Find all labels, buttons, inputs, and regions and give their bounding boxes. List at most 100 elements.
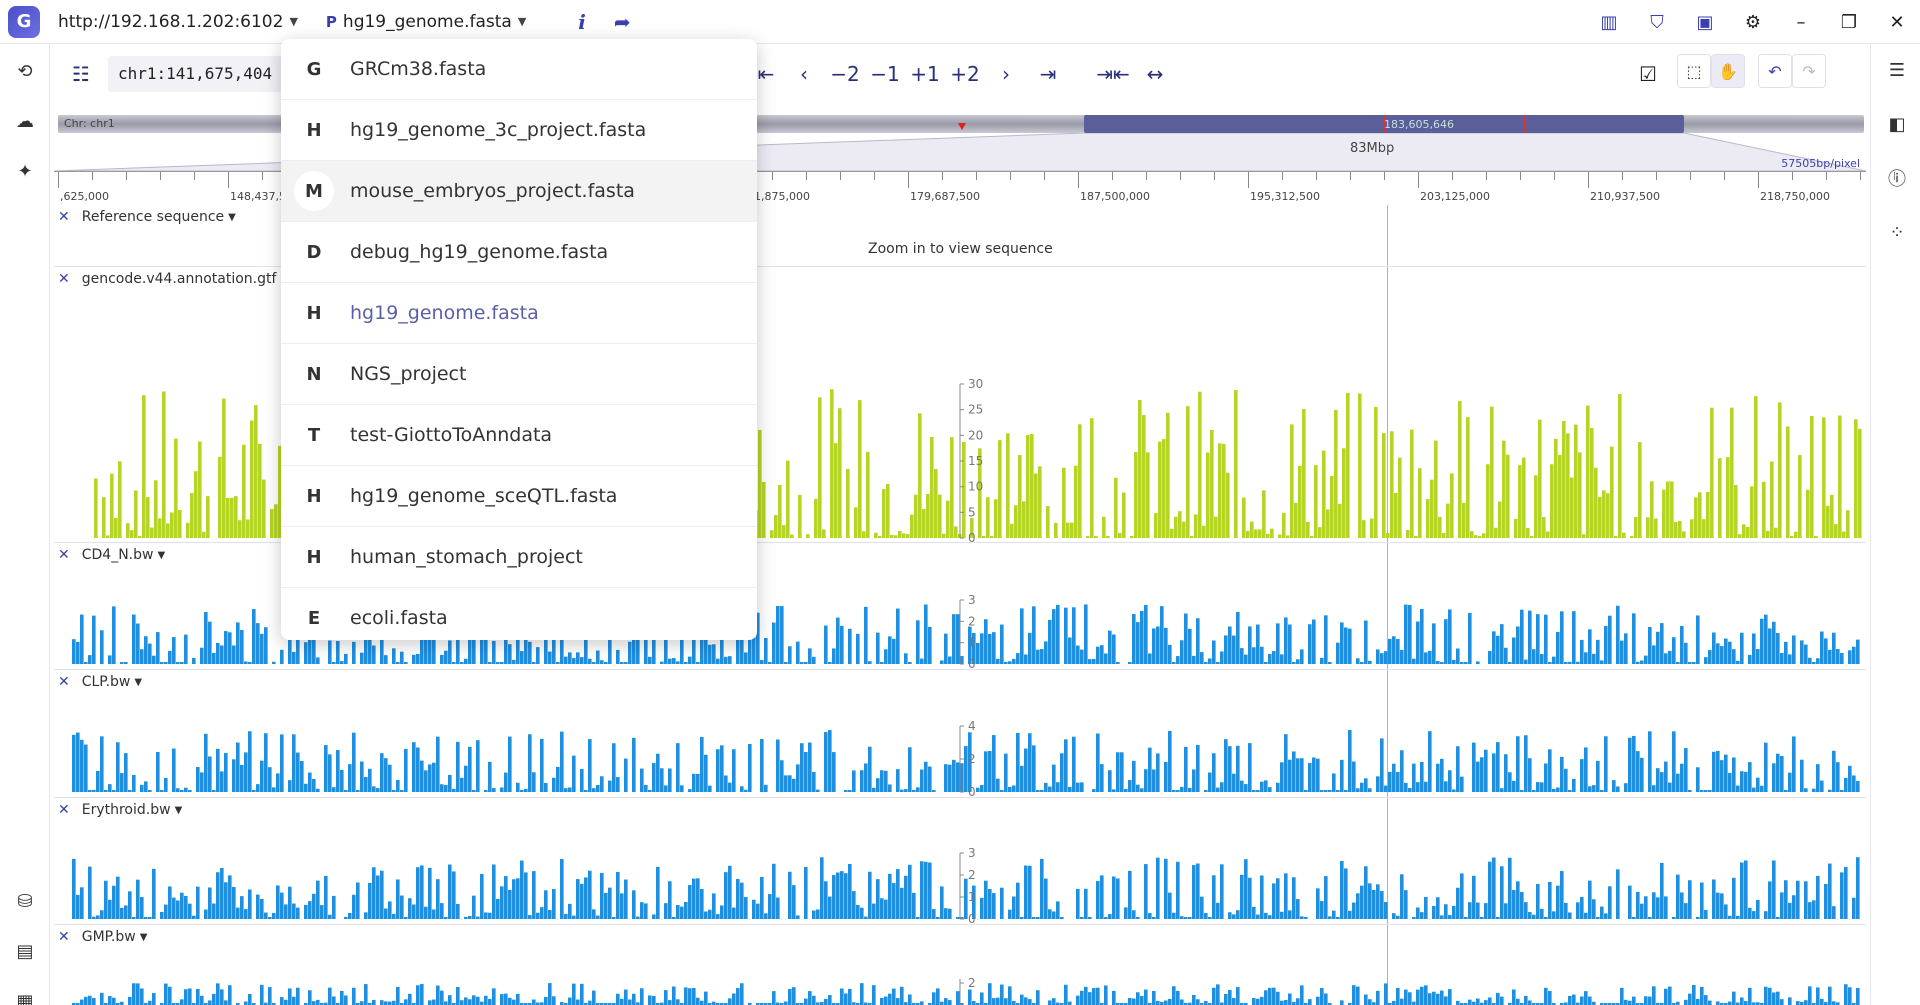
coverage-bar [910, 514, 914, 538]
project-option[interactable]: T test-GiottoToAnndata [281, 405, 757, 466]
coverage-bar [204, 611, 208, 664]
restore-icon[interactable]: ❐ [1836, 9, 1862, 35]
coverage-bar [1024, 654, 1028, 664]
erythroid-chart: 3210 [72, 846, 1860, 925]
coverage-bar [1596, 917, 1600, 919]
coverage-bar [1124, 789, 1128, 792]
undo-icon[interactable]: ↶ [1758, 54, 1792, 88]
close-icon[interactable]: ✕ [58, 209, 70, 225]
coverage-bar [1488, 997, 1492, 1005]
theme-icon[interactable]: ⛉ [1644, 9, 1670, 35]
database-add-icon[interactable]: ⛁ [10, 886, 40, 916]
track-name[interactable]: gencode.v44.annotation.gtf [82, 271, 277, 287]
app-logo-icon[interactable]: G [8, 5, 40, 38]
coverage-bar [892, 988, 896, 1005]
checklist-icon[interactable]: ☑ [1634, 60, 1662, 88]
close-icon[interactable]: ✕ [58, 802, 70, 818]
coverage-bar [440, 903, 444, 919]
zoom-minus1-button[interactable]: −1 [868, 60, 902, 88]
coverage-bar [1610, 446, 1614, 538]
close-icon[interactable]: ✕ [58, 547, 70, 563]
coverage-bar [1420, 986, 1424, 1005]
coverage-bar [804, 998, 808, 1005]
project-option[interactable]: N NGS_project [281, 344, 757, 405]
hand-mode-icon[interactable]: ✋ [1711, 54, 1745, 88]
nav-prev-button[interactable]: ‹ [790, 60, 818, 88]
project-option[interactable]: H hg19_genome_3c_project.fasta [281, 100, 757, 161]
scatter-plot-icon[interactable]: ⁘ [1883, 218, 1911, 246]
zoom-minus2-button[interactable]: −2 [828, 60, 862, 88]
track-name[interactable]: CLP.bw [82, 674, 131, 690]
list-icon[interactable]: ☰ [1883, 56, 1911, 84]
zoom-plus1-button[interactable]: +1 [908, 60, 942, 88]
expand-icon[interactable]: ↔ [1140, 60, 1170, 88]
coverage-bar [268, 917, 272, 919]
track-name[interactable]: GMP.bw [82, 929, 136, 945]
lightbulb-icon[interactable]: ✦ [10, 156, 40, 186]
calendar-icon[interactable]: ▦ [10, 986, 40, 1005]
cloud-search-icon[interactable]: ☁ [10, 106, 40, 136]
layout-icon[interactable]: ▥ [1596, 9, 1622, 35]
project-selector[interactable]: P hg19_genome.fasta ▼ [326, 12, 526, 32]
nav-end-button[interactable]: ⇥ [1034, 60, 1062, 88]
coverage-bar [1164, 761, 1168, 792]
share-icon[interactable]: ➦ [614, 10, 631, 34]
coverage-bar [276, 773, 280, 792]
zoom-plus2-button[interactable]: +2 [948, 60, 982, 88]
track-name[interactable]: Erythroid.bw [82, 802, 171, 818]
coverage-bar [1534, 475, 1538, 538]
locus-input[interactable]: chr1:141,675,404 [108, 56, 288, 92]
close-icon[interactable]: ✕ [1884, 9, 1910, 35]
coverage-bar [1396, 987, 1400, 1005]
screen-icon[interactable]: ▣ [1692, 9, 1718, 35]
coverage-bar [288, 780, 292, 792]
coverage-bar [1358, 393, 1362, 538]
info-icon[interactable]: i [578, 10, 586, 34]
track-name[interactable]: Reference sequence [82, 209, 224, 225]
coverage-bar [400, 651, 404, 664]
coverage-bar [532, 999, 536, 1005]
coverage-bar [336, 750, 340, 792]
chevron-down-icon[interactable]: ▼ [228, 212, 236, 223]
nav-next-button[interactable]: › [992, 60, 1020, 88]
coverage-bar [1062, 467, 1066, 538]
coverage-bar [1676, 773, 1680, 792]
coverage-bar [1664, 988, 1668, 1005]
project-option[interactable]: M mouse_embryos_project.fasta [281, 161, 757, 222]
close-icon[interactable]: ✕ [58, 271, 70, 287]
coverage-bar [1816, 658, 1820, 664]
redo-icon[interactable]: ↷ [1792, 54, 1826, 88]
project-option[interactable]: G GRCm38.fasta [281, 39, 757, 100]
coverage-bar [508, 644, 512, 664]
history-icon[interactable]: ⟲ [10, 56, 40, 86]
project-option-current[interactable]: H hg19_genome.fasta [281, 283, 757, 344]
project-option[interactable]: E ecoli.fasta [281, 588, 757, 640]
panel-layout-icon[interactable]: ▤ [10, 936, 40, 966]
server-selector[interactable]: http://192.168.1.202:6102 ▼ [58, 12, 298, 32]
track-panel-icon[interactable]: ☷ [66, 60, 96, 88]
coverage-bar [1348, 910, 1352, 919]
minimize-icon[interactable]: – [1788, 9, 1814, 35]
coverage-bar [1220, 782, 1224, 792]
close-icon[interactable]: ✕ [58, 929, 70, 945]
coverage-bar [1484, 1000, 1488, 1005]
project-option[interactable]: D debug_hg19_genome.fasta [281, 222, 757, 283]
close-icon[interactable]: ✕ [58, 674, 70, 690]
right-sidebar: ☰ ◧ ⓘ ⁘ [1870, 44, 1920, 1005]
chromosome-viewport[interactable]: 183,605,646 [1084, 115, 1684, 133]
track-name[interactable]: CD4_N.bw [82, 547, 154, 563]
coverage-bar [1428, 993, 1432, 1005]
gear-icon[interactable]: ⚙ [1740, 9, 1766, 35]
chevron-down-icon[interactable]: ▼ [140, 932, 148, 943]
info-circle-icon[interactable]: ⓘ [1883, 164, 1911, 192]
chevron-down-icon[interactable]: ▼ [175, 805, 183, 816]
project-option[interactable]: H human_stomach_project [281, 527, 757, 588]
coverage-bar [1136, 784, 1140, 792]
collapse-icon[interactable]: ⇥⇤ [1096, 60, 1130, 88]
chevron-down-icon[interactable]: ▼ [134, 677, 142, 688]
select-mode-icon[interactable]: ⬚ [1677, 54, 1711, 88]
project-option[interactable]: H hg19_genome_sceQTL.fasta [281, 466, 757, 527]
chevron-down-icon[interactable]: ▼ [157, 550, 165, 561]
coverage-bar [304, 642, 308, 664]
paint-bucket-icon[interactable]: ◧ [1883, 110, 1911, 138]
